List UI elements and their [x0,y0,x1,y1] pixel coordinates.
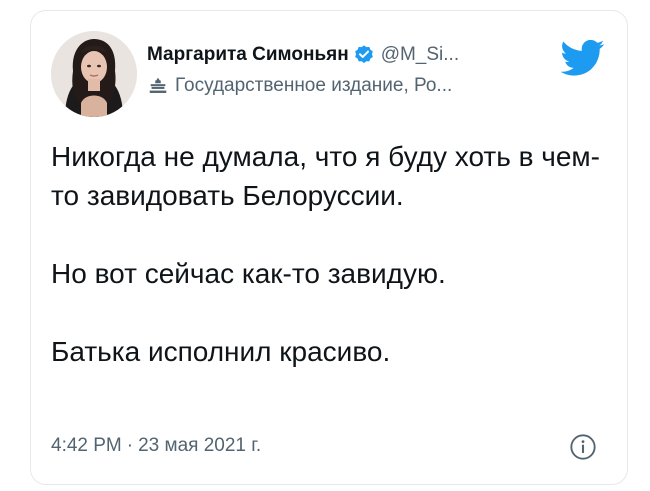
account-label-row[interactable]: Государственное издание, Ро... [147,75,452,97]
account-label-text[interactable]: Государственное издание, Ро... [175,75,452,97]
twitter-bird-icon[interactable] [560,39,605,77]
tweet-paragraph: Но вот сейчас как-то завидую. [51,258,446,289]
meta-separator: · [126,435,134,456]
tweet-paragraph: Никогда не думала, что я буду хоть в чем… [51,141,600,211]
info-icon[interactable] [569,433,597,461]
author-name-row: Маргарита Симоньян @M_Si... [147,44,459,66]
tweet-text: Никогда не думала, что я буду хоть в чем… [51,137,611,371]
tweet-date[interactable]: 23 мая 2021 г. [138,435,261,457]
handle[interactable]: @M_Si... [381,44,459,66]
display-name[interactable]: Маргарита Симоньян [147,44,349,66]
verified-badge-icon [353,44,375,66]
avatar[interactable] [51,31,137,117]
tweet-card[interactable]: Маргарита Симоньян @M_Si... Государствен… [30,10,628,485]
state-media-label-icon [147,75,169,97]
tweet-time[interactable]: 4:42 PM [51,435,122,457]
page: Маргарита Симоньян @M_Si... Государствен… [0,0,650,491]
tweet-paragraph: Батька исполнил красиво. [51,336,391,367]
tweet-meta: 4:42 PM · 23 мая 2021 г. [51,435,261,457]
